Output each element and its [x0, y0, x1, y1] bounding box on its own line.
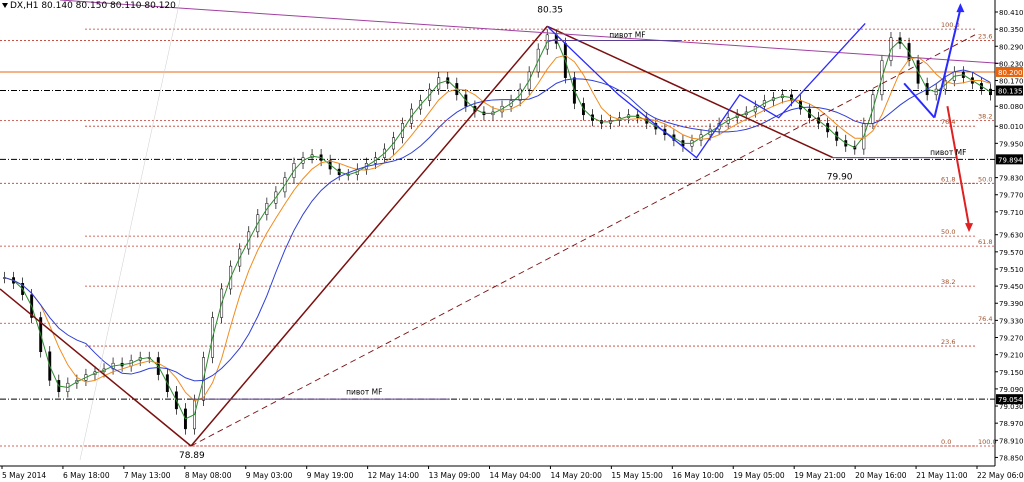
- x-tick-label: 8 May 08:00: [185, 471, 232, 480]
- chart-annotation: пивот MF: [930, 148, 966, 157]
- y-tick-label: 80.290: [999, 43, 1024, 51]
- y-tick-label: 79.090: [999, 386, 1024, 394]
- symbol-label: DX,H1: [10, 1, 39, 11]
- x-tick-label: 20 May 16:00: [855, 471, 907, 480]
- x-tick-label: 9 May 19:00: [307, 471, 354, 480]
- chart-annotation: 80.35: [537, 5, 563, 15]
- x-tick-label: 19 May 05:00: [733, 471, 785, 480]
- chart-header: DX,H1 80.140 80.150 80.110 80.120: [2, 1, 176, 11]
- price-marker-label: 79.054: [998, 396, 1023, 404]
- y-tick-label: 79.450: [999, 283, 1024, 291]
- chart-annotation: 78.89: [179, 451, 205, 461]
- y-tick-label: 78.850: [999, 454, 1024, 462]
- y-tick-label: 80.410: [999, 9, 1024, 17]
- fib2-level-label: 61.8: [978, 238, 992, 246]
- x-tick-label: 7 May 13:00: [124, 471, 171, 480]
- x-tick-label: 13 May 09:00: [429, 471, 481, 480]
- price-marker-label: 80.200: [998, 69, 1023, 77]
- x-tick-label: 14 May 04:00: [490, 471, 542, 480]
- fib2-level-label: 50.0: [978, 175, 992, 183]
- y-tick-label: 80.350: [999, 26, 1024, 34]
- y-tick-label: 79.570: [999, 249, 1024, 257]
- fib1-level-label: 38.2: [941, 278, 955, 286]
- y-tick-label: 79.270: [999, 335, 1024, 343]
- x-tick-label: 19 May 21:00: [794, 471, 846, 480]
- y-tick-label: 79.950: [999, 140, 1024, 148]
- x-tick-label: 12 May 14:00: [368, 471, 420, 480]
- chart-annotation: пивот MF: [346, 388, 382, 397]
- y-tick-label: 79.770: [999, 192, 1024, 200]
- fib1-level-label: 76.4: [941, 118, 955, 126]
- price-marker-label: 79.894: [998, 156, 1023, 164]
- y-tick-label: 79.830: [999, 175, 1024, 183]
- x-tick-label: 5 May 2014: [2, 471, 46, 480]
- ohlc-values: 80.140 80.150 80.110 80.120: [41, 1, 176, 11]
- x-tick-label: 15 May 15:00: [611, 471, 663, 480]
- y-tick-label: 79.510: [999, 266, 1024, 274]
- y-tick-label: 78.910: [999, 437, 1024, 445]
- fib1-level-label: 0.0: [941, 438, 951, 446]
- y-tick-label: 80.010: [999, 123, 1024, 131]
- chart-annotation: пивот MF: [609, 31, 645, 40]
- fib2-level-label: 38.2: [978, 112, 992, 120]
- forex-chart[interactable]: 100.0 76.4 61.8 50.0 38.2 23.6 0.0 23.6 38.2 50.0…: [0, 0, 1024, 482]
- price-marker-label: 80.135: [998, 88, 1023, 96]
- chart-annotation: 79.90: [827, 173, 853, 183]
- x-tick-label: 16 May 10:00: [672, 471, 724, 480]
- y-tick-label: 80.080: [999, 103, 1024, 111]
- fib2-level-label: 23.6: [978, 33, 992, 41]
- y-tick-label: 79.630: [999, 232, 1024, 240]
- y-tick-label: 79.710: [999, 209, 1024, 217]
- x-tick-label: 21 May 11:00: [916, 471, 968, 480]
- fib1-level-label: 61.8: [941, 175, 955, 183]
- y-tick-label: 79.150: [999, 369, 1024, 377]
- y-tick-label: 80.170: [999, 78, 1024, 86]
- y-tick-label: 79.390: [999, 300, 1024, 308]
- y-tick-label: 78.970: [999, 420, 1024, 428]
- fib1-level-label: 50.0: [941, 228, 955, 236]
- x-tick-label: 14 May 20:00: [550, 471, 602, 480]
- fib1-level-label: 23.6: [941, 338, 955, 346]
- fib2-level-label: 100.0: [978, 438, 997, 446]
- x-tick-label: 6 May 18:00: [63, 471, 110, 480]
- dropdown-triangle-icon[interactable]: [2, 3, 8, 8]
- y-tick-label: 79.210: [999, 352, 1024, 360]
- x-tick-label: 9 May 03:00: [246, 471, 293, 480]
- y-tick-label: 79.330: [999, 317, 1024, 325]
- x-tick-label: 22 May 06:00: [977, 471, 1024, 480]
- y-tick-label: 79.030: [999, 403, 1024, 411]
- fib2-level-label: 76.4: [978, 315, 992, 323]
